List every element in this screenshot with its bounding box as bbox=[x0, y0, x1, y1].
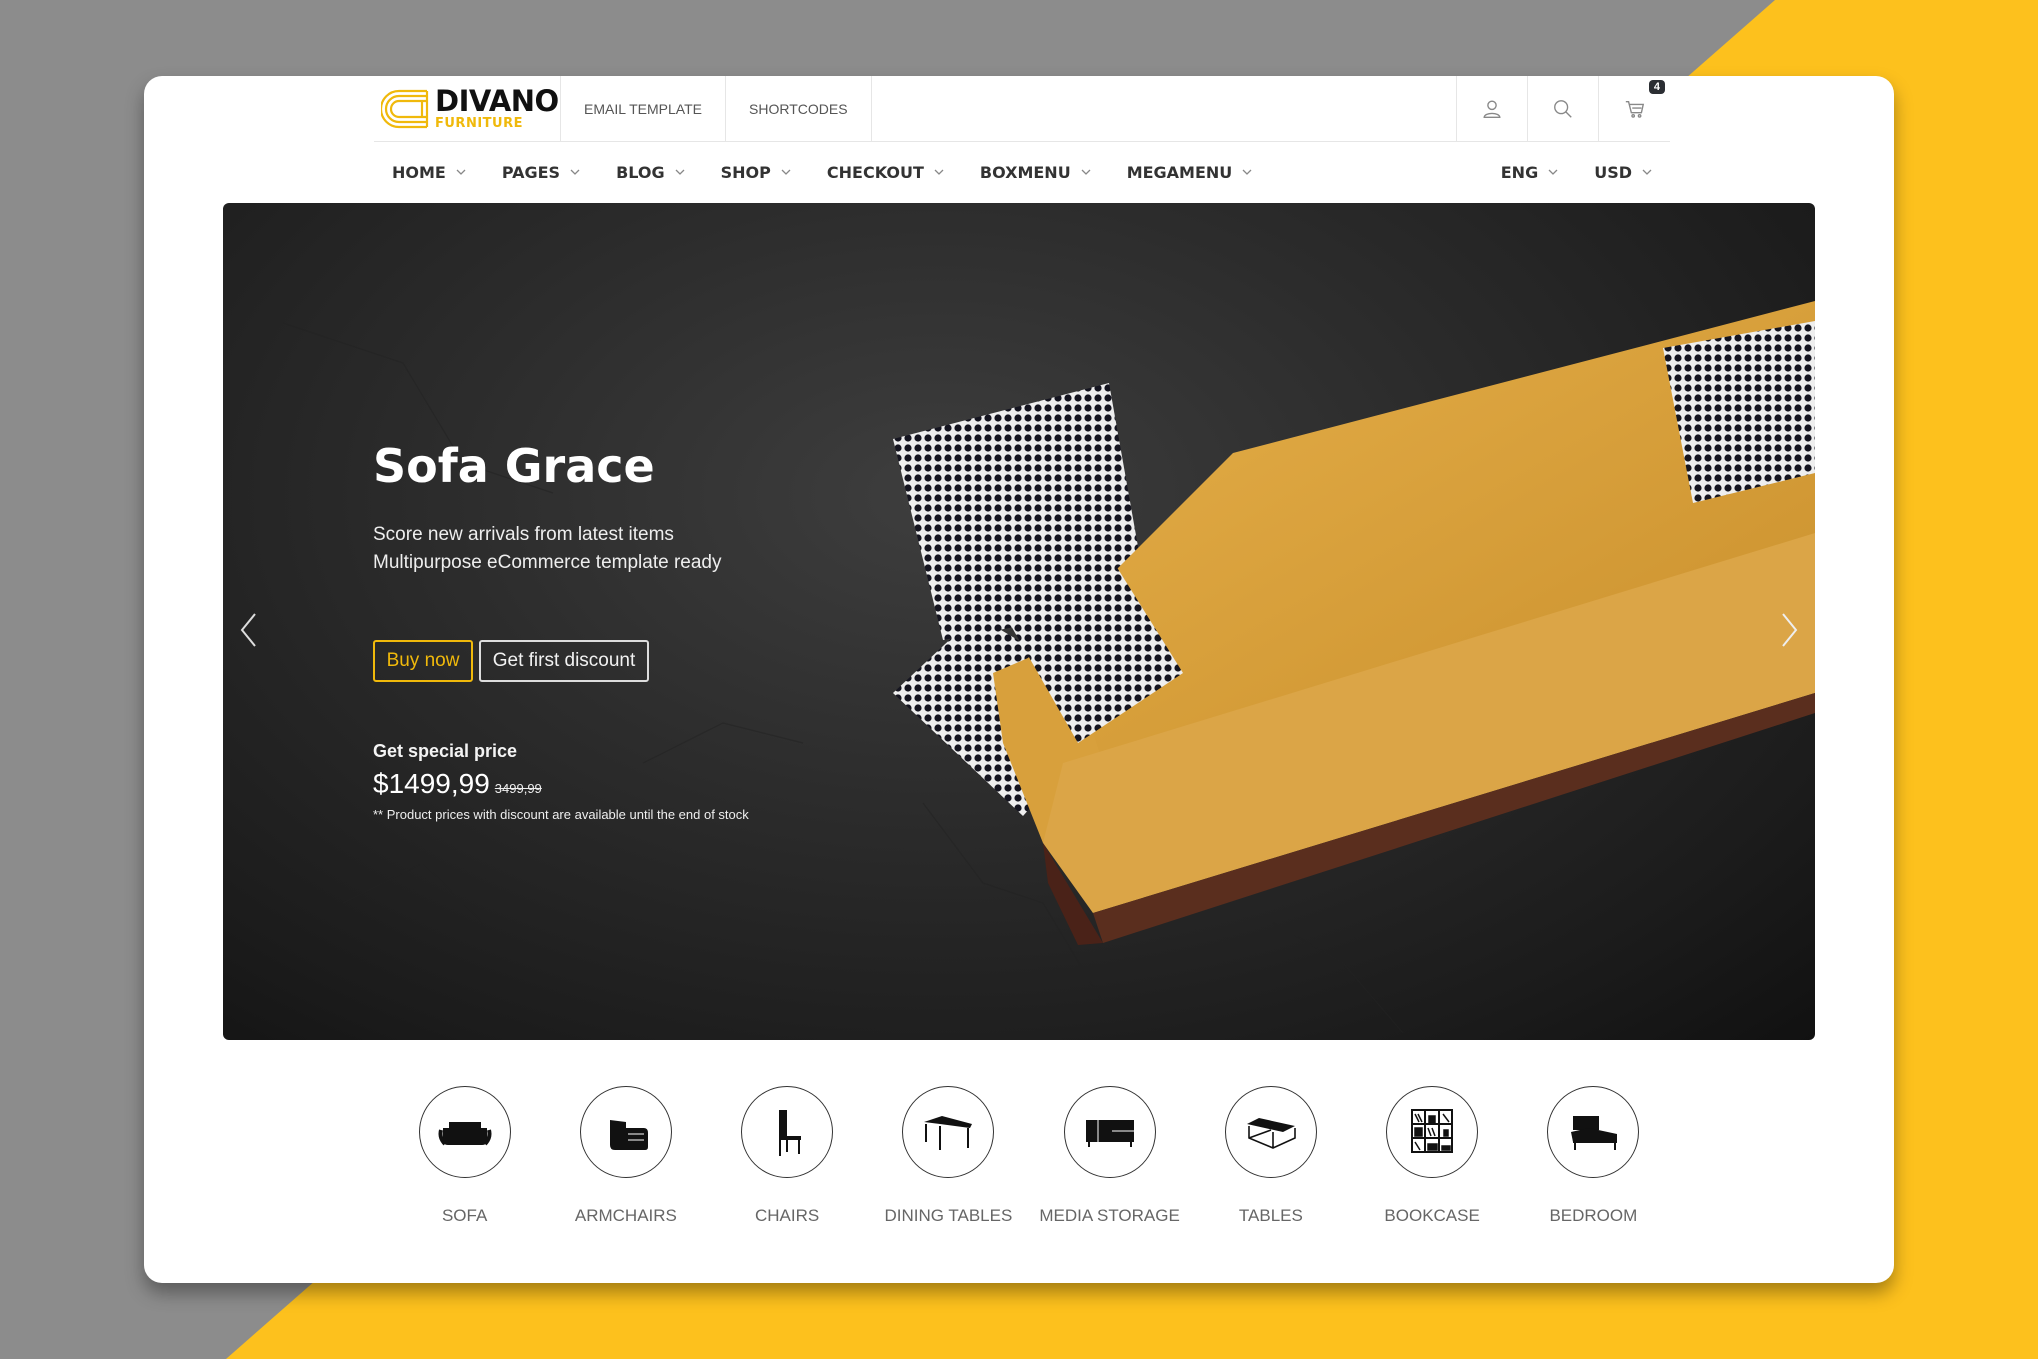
shortcodes-link[interactable]: SHORTCODES bbox=[726, 76, 872, 141]
brand-tagline: FURNITURE bbox=[435, 116, 523, 131]
logo-mark-icon bbox=[381, 89, 429, 128]
hero-subtitle: Score new arrivals from latest items Mul… bbox=[373, 524, 722, 573]
price-note: ** Product prices with discount are avai… bbox=[373, 807, 749, 822]
sofa-icon bbox=[438, 1122, 492, 1146]
hero-sofa-image bbox=[282, 301, 1815, 1034]
nav-boxmenu[interactable]: BOXMENU bbox=[962, 163, 1109, 182]
chevron-down-icon bbox=[1081, 169, 1091, 175]
chevron-left-icon bbox=[240, 613, 256, 647]
chair-icon bbox=[779, 1110, 802, 1156]
special-price-label: Get special price bbox=[373, 741, 518, 761]
buy-now-button[interactable]: Buy now bbox=[373, 640, 473, 682]
chevron-down-icon bbox=[675, 169, 685, 175]
chevron-down-icon bbox=[934, 169, 944, 175]
brand-name: DIVANO bbox=[435, 84, 559, 118]
main-nav: HOME PAGES BLOG SHOP CHECKOUT BOXMENU ME… bbox=[374, 142, 1670, 202]
category-bedroom[interactable]: BEDROOM bbox=[1513, 1086, 1674, 1226]
page-card: DIVANO FURNITURE EMAIL TEMPLATE SHORTCOD… bbox=[144, 76, 1894, 1283]
category-dining-tables[interactable]: DINING TABLES bbox=[868, 1086, 1029, 1226]
email-template-link[interactable]: EMAIL TEMPLATE bbox=[561, 76, 726, 141]
category-sofa[interactable]: SOFA bbox=[384, 1086, 545, 1226]
price: $1499,99 3499,99 bbox=[373, 768, 542, 800]
chevron-down-icon bbox=[570, 169, 580, 175]
cart-button[interactable]: 4 bbox=[1599, 76, 1670, 141]
chevron-down-icon bbox=[1548, 169, 1558, 175]
bed-icon bbox=[1571, 1116, 1618, 1150]
hero-slider: Sofa Grace Score new arrivals from lates… bbox=[223, 203, 1815, 1040]
search-icon bbox=[1554, 99, 1572, 118]
category-media-storage[interactable]: MEDIA STORAGE bbox=[1029, 1086, 1190, 1226]
category-list: SOFA ARMCHAIRS CHAIRS DINING TABLES MEDI… bbox=[384, 1086, 1674, 1226]
table-icon bbox=[1246, 1118, 1296, 1149]
category-tables[interactable]: TABLES bbox=[1190, 1086, 1351, 1226]
cart-icon bbox=[1625, 100, 1644, 118]
nav-blog[interactable]: BLOG bbox=[598, 163, 703, 182]
language-select[interactable]: ENG bbox=[1483, 163, 1576, 182]
nav-checkout[interactable]: CHECKOUT bbox=[809, 163, 962, 182]
search-button[interactable] bbox=[1528, 76, 1599, 141]
logo[interactable]: DIVANO FURNITURE bbox=[374, 76, 561, 141]
media-storage-icon bbox=[1085, 1120, 1134, 1147]
bookcase-icon bbox=[1411, 1109, 1454, 1153]
chevron-down-icon bbox=[1242, 169, 1252, 175]
nav-pages[interactable]: PAGES bbox=[484, 163, 598, 182]
cart-count-badge: 4 bbox=[1648, 80, 1665, 94]
chevron-right-icon bbox=[1782, 613, 1798, 647]
slider-next-button[interactable] bbox=[1775, 605, 1805, 655]
current-price: $1499,99 bbox=[373, 768, 490, 799]
currency-select[interactable]: USD bbox=[1576, 163, 1670, 182]
category-bookcase[interactable]: BOOKCASE bbox=[1352, 1086, 1513, 1226]
category-armchairs[interactable]: ARMCHAIRS bbox=[545, 1086, 706, 1226]
account-button[interactable] bbox=[1457, 76, 1528, 141]
hero-title: Sofa Grace bbox=[373, 439, 655, 493]
dining-table-icon bbox=[924, 1116, 973, 1150]
nav-shop[interactable]: SHOP bbox=[703, 163, 809, 182]
nav-home[interactable]: HOME bbox=[374, 163, 484, 182]
get-discount-button[interactable]: Get first discount bbox=[479, 640, 649, 682]
user-icon bbox=[1483, 100, 1501, 118]
old-price: 3499,99 bbox=[494, 781, 542, 796]
chevron-down-icon bbox=[456, 169, 466, 175]
category-chairs[interactable]: CHAIRS bbox=[707, 1086, 868, 1226]
armchair-icon bbox=[609, 1120, 648, 1150]
chevron-down-icon bbox=[1642, 169, 1652, 175]
top-bar: DIVANO FURNITURE EMAIL TEMPLATE SHORTCOD… bbox=[374, 76, 1670, 142]
chevron-down-icon bbox=[781, 169, 791, 175]
nav-megamenu[interactable]: MEGAMENU bbox=[1109, 163, 1271, 182]
slider-prev-button[interactable] bbox=[233, 605, 263, 655]
